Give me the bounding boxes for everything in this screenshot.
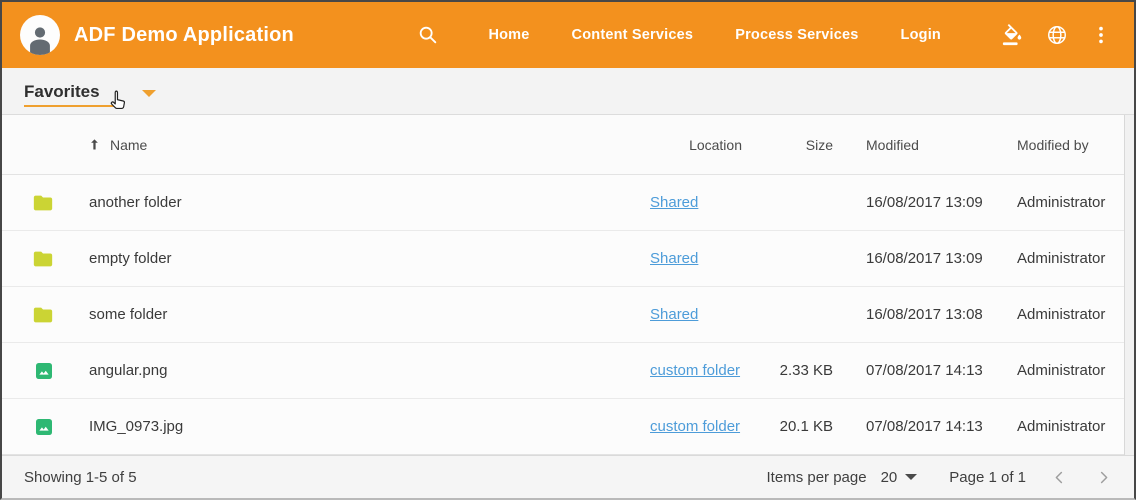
caret-down-icon	[142, 90, 156, 97]
nav-login[interactable]: Login	[901, 27, 941, 43]
file-size: 20.1 KB	[755, 418, 838, 435]
table-header-row: Name Location Size Modified Modified by	[2, 115, 1124, 175]
table-row[interactable]: some folder Shared 16/08/2017 13:08 Admi…	[2, 287, 1124, 343]
file-name[interactable]: empty folder	[56, 250, 640, 267]
folder-icon	[32, 248, 54, 270]
active-view-underline	[24, 105, 124, 107]
file-size: 2.33 KB	[755, 362, 838, 379]
header-actions: Home Content Services Process Services L…	[415, 22, 1114, 48]
view-switcher-bar: Favorites	[2, 68, 1134, 115]
caret-down-icon	[905, 474, 917, 480]
app-window: ADF Demo Application Home Content Servic…	[0, 0, 1136, 500]
file-name[interactable]: angular.png	[56, 362, 640, 379]
search-icon[interactable]	[415, 22, 441, 48]
showing-range-label: Showing 1-5 of 5	[24, 469, 137, 486]
image-file-icon	[34, 417, 54, 437]
modified-date: 07/08/2017 14:13	[838, 362, 1010, 379]
file-name[interactable]: some folder	[56, 306, 640, 323]
folder-icon	[32, 304, 54, 326]
user-avatar[interactable]	[20, 15, 60, 55]
sort-ascending-icon	[87, 137, 102, 152]
file-name[interactable]: IMG_0973.jpg	[56, 418, 640, 435]
modified-by: Administrator	[1010, 418, 1124, 435]
folder-icon	[32, 192, 54, 214]
table-row[interactable]: empty folder Shared 16/08/2017 13:09 Adm…	[2, 231, 1124, 287]
location-link[interactable]: custom folder	[650, 362, 740, 379]
nav-home[interactable]: Home	[488, 27, 529, 43]
column-header-size[interactable]: Size	[755, 137, 838, 153]
page-indicator: Page 1 of 1	[949, 469, 1026, 486]
column-header-location[interactable]: Location	[640, 137, 755, 153]
items-per-page-label: Items per page	[767, 469, 867, 486]
file-name[interactable]: another folder	[56, 194, 640, 211]
nav-process-services[interactable]: Process Services	[735, 27, 858, 43]
more-options-icon[interactable]	[1088, 22, 1114, 48]
theme-color-fill-icon[interactable]	[1000, 22, 1026, 48]
location-link[interactable]: Shared	[650, 194, 698, 211]
previous-page-button[interactable]	[1048, 466, 1070, 488]
location-link[interactable]: custom folder	[650, 418, 740, 435]
items-per-page-value: 20	[881, 469, 898, 486]
modified-date: 16/08/2017 13:09	[838, 194, 1010, 211]
column-header-modified[interactable]: Modified	[838, 137, 1010, 153]
header-icon-cluster	[982, 22, 1114, 48]
items-per-page-select[interactable]: 20	[881, 469, 918, 486]
modified-by: Administrator	[1010, 250, 1124, 267]
modified-by: Administrator	[1010, 194, 1124, 211]
next-page-button[interactable]	[1092, 466, 1114, 488]
table-row[interactable]: angular.png custom folder 2.33 KB 07/08/…	[2, 343, 1124, 399]
pagination-controls: Items per page 20 Page 1 of 1	[767, 466, 1114, 488]
nav-content-services[interactable]: Content Services	[572, 27, 694, 43]
app-title: ADF Demo Application	[74, 24, 294, 47]
favorites-table: Name Location Size Modified Modified by …	[2, 115, 1125, 455]
person-icon	[23, 21, 57, 55]
column-header-name[interactable]: Name	[56, 137, 640, 153]
language-globe-icon[interactable]	[1044, 22, 1070, 48]
view-label: Favorites	[24, 80, 100, 102]
modified-by: Administrator	[1010, 362, 1124, 379]
app-header: ADF Demo Application Home Content Servic…	[2, 2, 1134, 68]
location-link[interactable]: Shared	[650, 306, 698, 323]
pagination-bar: Showing 1-5 of 5 Items per page 20 Page …	[2, 455, 1134, 498]
modified-date: 07/08/2017 14:13	[838, 418, 1010, 435]
modified-date: 16/08/2017 13:09	[838, 250, 1010, 267]
table-row[interactable]: another folder Shared 16/08/2017 13:09 A…	[2, 175, 1124, 231]
modified-by: Administrator	[1010, 306, 1124, 323]
table-row[interactable]: IMG_0973.jpg custom folder 20.1 KB 07/08…	[2, 399, 1124, 455]
favorites-dropdown[interactable]: Favorites	[24, 68, 156, 114]
column-header-modified-by[interactable]: Modified by	[1010, 137, 1124, 153]
image-file-icon	[34, 361, 54, 381]
main-nav: Home Content Services Process Services L…	[467, 27, 962, 43]
location-link[interactable]: Shared	[650, 250, 698, 267]
modified-date: 16/08/2017 13:08	[838, 306, 1010, 323]
